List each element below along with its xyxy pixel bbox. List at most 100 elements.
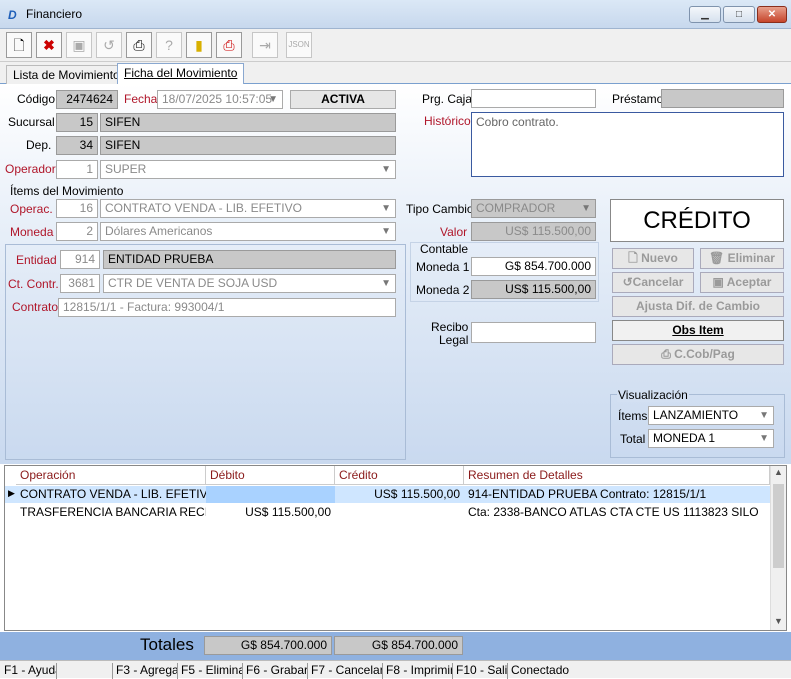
operac-select[interactable]: CONTRATO VENDA - LIB. EFETIVO ▼	[100, 199, 396, 218]
total-view-value: MONEDA 1	[653, 431, 716, 445]
moneda-select[interactable]: Dólares Americanos ▼	[100, 222, 396, 241]
ccob-pag-button[interactable]: ⎙ C.Cob/Pag	[612, 344, 784, 365]
chevron-down-icon: ▼	[381, 203, 391, 214]
status-empty	[57, 663, 113, 679]
recibo-label: Recibo	[431, 320, 469, 334]
close-window-button[interactable]: ✕	[757, 6, 787, 23]
chevron-down-icon: ▼	[759, 433, 769, 444]
totals-label: Totales	[140, 635, 194, 654]
vertical-scrollbar[interactable]: ▲ ▼	[770, 466, 786, 630]
entidad-code-field[interactable]: 914	[60, 250, 100, 269]
aceptar-label: Aceptar	[726, 275, 772, 289]
status-f10: F10 - Salir	[456, 663, 508, 679]
ajusta-cambio-button[interactable]: Ajusta Dif. de Cambio	[612, 296, 784, 317]
export-icon[interactable]: ⇥	[252, 32, 278, 58]
print-icon[interactable]: ⎙	[126, 32, 152, 58]
sucursal-code-field: 15	[56, 113, 98, 132]
minimize-button[interactable]: ▁	[689, 6, 721, 23]
historico-textarea[interactable]: Cobro contrato.	[471, 112, 784, 177]
total-view-label: Total	[620, 432, 646, 446]
window-title: Financiero	[26, 7, 83, 21]
exit-door-icon[interactable]: ▮	[186, 32, 212, 58]
movements-grid: Operación Débito Crédito Resumen de Deta…	[4, 465, 787, 631]
help-icon[interactable]: ?	[156, 32, 182, 58]
ctcontr-select[interactable]: CTR DE VENTA DE SOJA USD ▼	[103, 274, 396, 293]
entidad-label: Entidad	[16, 253, 57, 267]
total-view-select[interactable]: MONEDA 1 ▼	[648, 429, 774, 448]
moneda2-label: Moneda 2	[416, 283, 470, 297]
totals-bar: Totales G$ 854.700.000 G$ 854.700.000	[0, 632, 791, 660]
tipocambio-select[interactable]: COMPRADOR ▼	[471, 199, 596, 218]
status-f8: F8 - Imprimir	[386, 663, 453, 679]
obs-item-button[interactable]: Obs Item	[612, 320, 784, 341]
form-panel: Código 2474624 Fecha 18/07/2025 10:57:05…	[0, 84, 791, 464]
operador-select[interactable]: SUPER ▼	[100, 160, 396, 179]
entidad-name-field: ENTIDAD PRUEBA	[103, 250, 396, 269]
fecha-value: 18/07/2025 10:57:05	[162, 92, 273, 106]
cell-resumen: 914-ENTIDAD PRUEBA Contrato: 12815/1/1	[468, 487, 707, 501]
status-f6: F6 - Grabar	[246, 663, 308, 679]
eliminar-button[interactable]: 🗑 Eliminar	[700, 248, 784, 269]
tab-lista-movimientos[interactable]: Lista de Movimientos	[6, 65, 133, 84]
cancelar-button[interactable]: ↺Cancelar	[612, 272, 694, 293]
items-section-header: Ítems del Movimiento	[10, 184, 124, 198]
column-header-resumen[interactable]: Resumen de Detalles	[464, 466, 770, 485]
column-header-credito[interactable]: Crédito	[335, 466, 464, 485]
fecha-field[interactable]: 18/07/2025 10:57:05 ▼	[157, 90, 283, 109]
visualizacion-group	[610, 394, 785, 458]
scrollbar-thumb[interactable]	[773, 484, 784, 568]
aceptar-button[interactable]: ▣ Aceptar	[700, 272, 784, 293]
operac-code-field[interactable]: 16	[56, 199, 98, 218]
ctcontr-value: CTR DE VENTA DE SOJA USD	[108, 276, 278, 290]
sucursal-name-field: SIFEN	[100, 113, 396, 132]
moneda2-field: US$ 115.500,00	[471, 280, 596, 299]
scroll-up-icon[interactable]: ▲	[774, 467, 783, 477]
json-icon[interactable]: JSON	[286, 32, 312, 58]
new-document-icon[interactable]: 🗋	[6, 32, 32, 58]
chevron-down-icon: ▼	[381, 164, 391, 175]
status-badge: ACTIVA	[290, 90, 396, 109]
visualizacion-title: Visualización	[617, 388, 689, 402]
scroll-down-icon[interactable]: ▼	[774, 616, 783, 626]
credito-indicator: CRÉDITO	[610, 199, 784, 242]
tab-ficha-movimiento[interactable]: Ficha del Movimiento	[117, 63, 245, 84]
legal-label: Legal	[439, 333, 469, 347]
ctcontr-code-field[interactable]: 3681	[60, 274, 100, 293]
column-header-debito[interactable]: Débito	[206, 466, 335, 485]
operador-code-field[interactable]: 1	[56, 160, 98, 179]
cell-resumen: Cta: 2338-BANCO ATLAS CTA CTE US 1113823…	[468, 505, 759, 519]
valor-field: US$ 115.500,00	[471, 222, 596, 241]
cell-credito	[335, 504, 464, 521]
cell-debito	[206, 486, 335, 503]
prgcaja-input[interactable]	[471, 89, 596, 108]
nuevo-label: Nuevo	[641, 251, 678, 265]
chevron-down-icon: ▼	[381, 226, 391, 237]
tipocambio-label: Tipo Cambio	[406, 202, 474, 216]
eliminar-label: Eliminar	[727, 251, 775, 265]
codigo-label: Código	[17, 92, 56, 106]
maximize-button[interactable]: □	[723, 6, 755, 23]
status-connection: Conectado	[511, 663, 570, 677]
recibo-input[interactable]	[471, 322, 596, 343]
prestamo-label: Préstamo	[612, 92, 664, 106]
toolbar: 🗋 ✖ ▣ ↺ ⎙ ? ▮ ⎙ ⇥ JSON	[0, 29, 791, 62]
save-icon[interactable]: ▣	[66, 32, 92, 58]
cell-operacion: CONTRATO VENDA - LIB. EFETIVO	[20, 487, 206, 501]
contrato-field[interactable]: 12815/1/1 - Factura: 993004/1	[58, 298, 396, 317]
moneda-label: Moneda	[10, 225, 54, 239]
delete-document-icon[interactable]: ✖	[36, 32, 62, 58]
codigo-field: 2474624	[56, 90, 118, 109]
print-cancel-icon[interactable]: ⎙	[216, 32, 242, 58]
moneda-code-field[interactable]: 2	[56, 222, 98, 241]
prestamo-field	[661, 89, 784, 108]
status-f3: F3 - Agregar	[116, 663, 178, 679]
column-header-operacion[interactable]: Operación	[16, 466, 206, 485]
sucursal-label: Sucursal	[8, 115, 55, 129]
status-f7: F7 - Cancelar	[311, 663, 383, 679]
ctcontr-label: Ct. Contr.	[8, 277, 59, 291]
items-view-select[interactable]: LANZAMIENTO ▼	[648, 406, 774, 425]
table-row[interactable]: TRASFERENCIA BANCARIA RECIBIDA US$ 115.5…	[5, 504, 770, 521]
undo-icon[interactable]: ↺	[96, 32, 122, 58]
nuevo-button[interactable]: 🗋 Nuevo	[612, 248, 694, 269]
table-row[interactable]: ▶ CONTRATO VENDA - LIB. EFETIVO US$ 115.…	[5, 486, 770, 503]
